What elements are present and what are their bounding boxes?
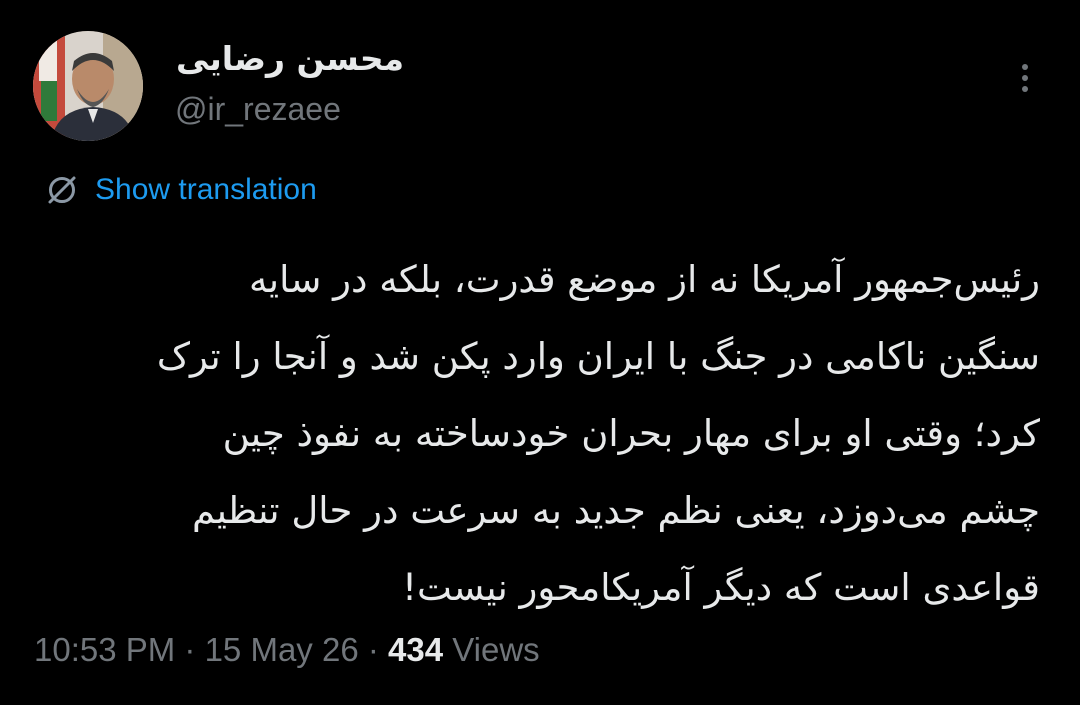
- tweet-text-line: رئیس‌جمهور آمریکا نه از موضع قدرت، بلکه …: [248, 258, 1040, 301]
- tweet-text-line: کرد؛ وقتی او برای مهار بحران خودساخته به…: [222, 412, 1040, 455]
- show-translation-link[interactable]: Show translation: [45, 170, 317, 210]
- tweet-card: محسن رضایی @ir_rezaee Show translation ر…: [0, 0, 1080, 705]
- profile-photo: [33, 31, 143, 141]
- author-handle[interactable]: @ir_rezaee: [175, 93, 341, 125]
- show-translation-label[interactable]: Show translation: [95, 173, 317, 207]
- meta-separator: ·: [358, 631, 388, 668]
- tweet-time[interactable]: 10:53 PM: [34, 631, 175, 668]
- tweet-date[interactable]: 15 May 26: [205, 631, 359, 668]
- tweet-text-line: سنگین ناکامی در جنگ با ایران وارد پکن شد…: [156, 335, 1040, 378]
- views-count[interactable]: 434: [388, 631, 443, 668]
- more-vertical-icon[interactable]: [1012, 60, 1038, 96]
- meta-separator: ·: [175, 631, 205, 668]
- avatar[interactable]: [33, 31, 143, 141]
- tweet-text-line: قواعدی است که دیگر آمریکامحور نیست!: [402, 566, 1040, 609]
- tweet-text: رئیس‌جمهور آمریکا نه از موضع قدرت، بلکه …: [34, 241, 1040, 626]
- views-label[interactable]: Views: [443, 631, 539, 668]
- globe-icon: [48, 176, 76, 204]
- tweet-meta: 10:53 PM · 15 May 26 · 434 Views: [34, 633, 540, 666]
- tweet-text-line: چشم می‌دوزد، یعنی نظم جدید به سرعت در حا…: [191, 489, 1040, 532]
- author-display-name[interactable]: محسن رضایی: [176, 42, 404, 75]
